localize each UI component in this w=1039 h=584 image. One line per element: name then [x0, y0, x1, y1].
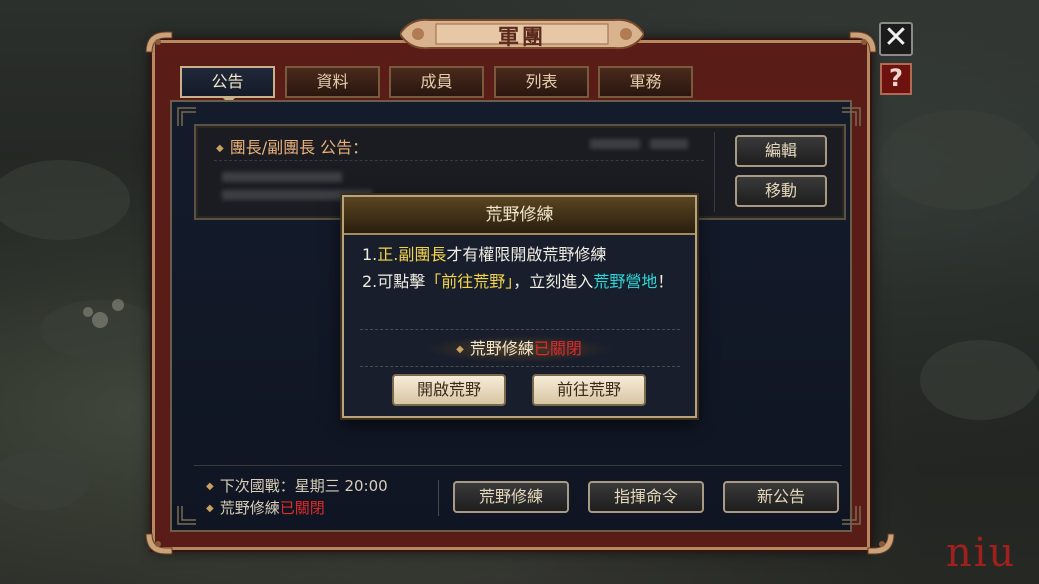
redacted-text: [222, 172, 342, 182]
bottom-divider: [194, 465, 842, 466]
corner-ornament-top-right: [848, 28, 878, 54]
tab-announcement[interactable]: 公告: [180, 66, 275, 98]
diamond-icon: ◆: [456, 344, 464, 355]
diamond-icon: ◆: [206, 503, 214, 514]
watermark-logo: niu: [946, 530, 1017, 576]
wild-training-button[interactable]: 荒野修練: [453, 481, 569, 513]
dialog-message: 1.正.副團長才有權限開啟荒野修練 2.可點擊「前往荒野」，立刻進入荒野營地！: [362, 241, 682, 295]
tab-members[interactable]: 成員: [389, 66, 484, 98]
dialog-line-2: 2.可點擊「前往荒野」，立刻進入荒野營地！: [362, 272, 674, 291]
close-icon: ✕: [883, 20, 909, 55]
corner-ornament-top-left: [144, 28, 174, 54]
open-wild-button[interactable]: 開啟荒野: [392, 374, 506, 406]
dialog-divider: [360, 366, 680, 367]
dialog-line-1: 1.正.副團長才有權限開啟荒野修練: [362, 245, 607, 264]
divider: [214, 160, 704, 161]
redacted-text: [650, 139, 688, 149]
tab-list[interactable]: 列表: [494, 66, 589, 98]
redacted-text: [590, 139, 640, 149]
corner-ornament-bottom-right: [866, 532, 896, 558]
new-announcement-button[interactable]: 新公告: [723, 481, 839, 513]
command-button[interactable]: 指揮命令: [588, 481, 704, 513]
panel-corner-deco: [177, 506, 196, 525]
bottom-separator: [438, 480, 439, 516]
next-war-info: ◆ 下次國戰：星期三 20:00: [206, 477, 388, 495]
tab-military[interactable]: 軍務: [598, 66, 693, 98]
dialog-divider: [360, 329, 680, 330]
tab-info[interactable]: 資料: [285, 66, 380, 98]
wild-training-info: ◆ 荒野修練已關閉: [206, 499, 325, 517]
announcement-separator: [714, 132, 715, 212]
close-button[interactable]: ✕: [879, 22, 913, 56]
question-icon: ?: [889, 64, 903, 92]
diamond-icon: ◆: [216, 143, 224, 154]
edit-button[interactable]: 編輯: [735, 135, 827, 167]
diamond-icon: ◆: [206, 481, 214, 492]
announcement-header: ◆ 團長/副團長 公告：: [216, 138, 369, 157]
title-plate: 軍團: [400, 14, 644, 54]
window-title: 軍團: [498, 25, 546, 49]
goto-wild-button[interactable]: 前往荒野: [532, 374, 646, 406]
help-button[interactable]: ?: [880, 63, 912, 95]
wild-training-dialog: 荒野修練 1.正.副團長才有權限開啟荒野修練 2.可點擊「前往荒野」，立刻進入荒…: [342, 195, 697, 418]
corner-ornament-bottom-left: [144, 532, 174, 558]
dialog-title: 荒野修練: [344, 197, 695, 235]
panel-corner-deco: [842, 506, 861, 525]
status-badge: 已關閉: [279, 499, 325, 517]
dialog-status: ◆ 荒野修練已關閉: [424, 335, 614, 363]
move-button[interactable]: 移動: [735, 175, 827, 207]
